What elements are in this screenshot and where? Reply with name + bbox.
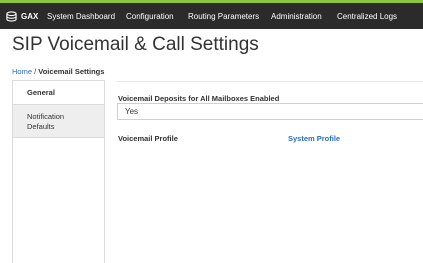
nav-routing-parameters[interactable]: Routing Parameters: [188, 12, 259, 21]
voicemail-profile-label: Voicemail Profile: [118, 134, 178, 143]
tab-notification-label-line2: Defaults: [27, 122, 55, 131]
page-title: SIP Voicemail & Call Settings: [12, 34, 259, 55]
top-navigation-bar: GAX System Dashboard Configuration Routi…: [0, 3, 423, 29]
nav-configuration[interactable]: Configuration: [126, 12, 174, 21]
breadcrumb: Home / Voicemail Settings: [12, 67, 104, 76]
database-icon: [6, 10, 17, 22]
tab-notification-label-line1: Notification: [27, 112, 65, 121]
nav-administration[interactable]: Administration: [271, 12, 322, 21]
voicemail-profile-link[interactable]: System Profile: [288, 134, 340, 143]
nav-system-dashboard[interactable]: System Dashboard: [47, 12, 115, 21]
brand[interactable]: GAX: [6, 10, 38, 22]
settings-tab-list: General Notification Defaults: [12, 80, 105, 263]
content-divider: [117, 81, 423, 82]
tab-general[interactable]: General: [13, 81, 104, 104]
deposits-enabled-label: Voicemail Deposits for All Mailboxes Ena…: [118, 94, 280, 103]
tab-notification-defaults[interactable]: Notification Defaults: [13, 104, 104, 138]
brand-label: GAX: [21, 11, 39, 21]
breadcrumb-home-link[interactable]: Home: [12, 67, 32, 76]
nav-centralized-logs[interactable]: Centralized Logs: [337, 12, 397, 21]
deposits-enabled-select[interactable]: Yes: [117, 103, 423, 120]
breadcrumb-current: Voicemail Settings: [38, 67, 105, 76]
